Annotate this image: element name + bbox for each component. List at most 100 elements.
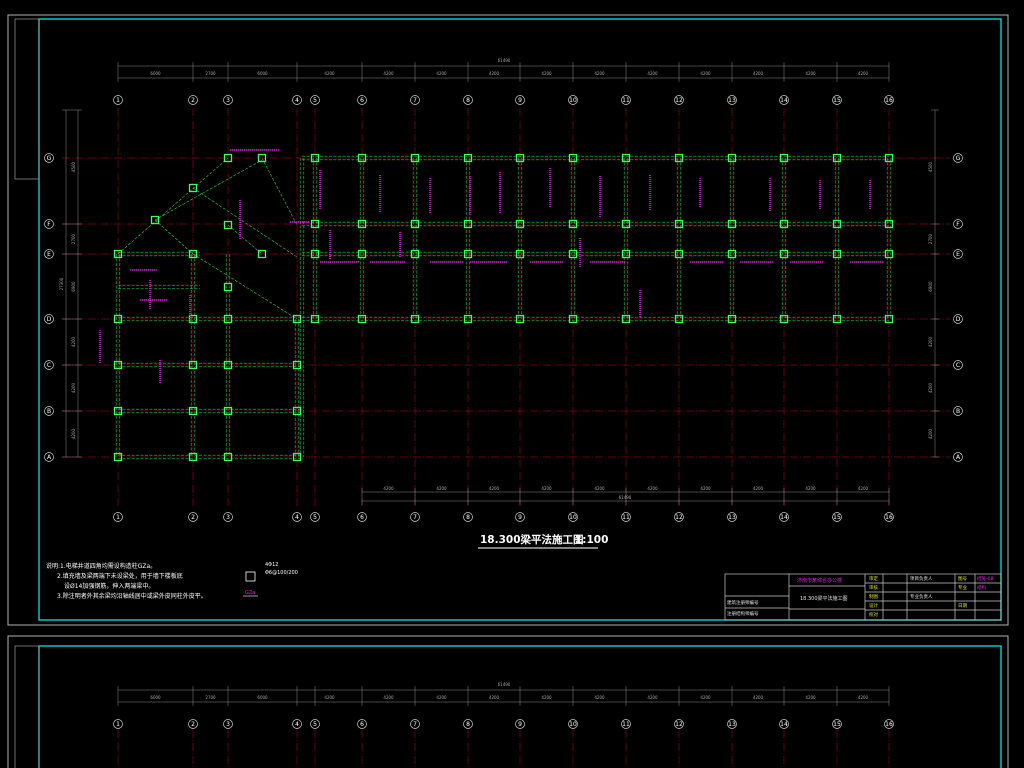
axis-bubble-left-C-label: C xyxy=(47,362,51,369)
sheet2-axis-bubble-label: 10 xyxy=(569,721,577,728)
dim-text-top: 4200 xyxy=(324,71,335,76)
dim-text-top: 4200 xyxy=(436,71,447,76)
sheet2-axis-bubble-label: 6 xyxy=(360,721,364,728)
sheet2-axis-bubble-label: 12 xyxy=(675,721,683,728)
tb-extra: 日期 xyxy=(958,603,967,609)
axis-bubble-left-F-label: F xyxy=(47,221,51,228)
dim-text-right: 6900 xyxy=(928,281,933,292)
dim-text-top: 4200 xyxy=(383,71,394,76)
dim-text-top: 4200 xyxy=(858,71,869,76)
axis-bubble-bottom-5-label: 5 xyxy=(313,514,317,521)
discipline: 结构 xyxy=(977,584,986,591)
dim-text-top: 4200 xyxy=(647,71,658,76)
role-label: 设计 xyxy=(869,602,878,609)
axis-bubble-right-A-label: A xyxy=(956,454,961,461)
axis-bubble-left-A-label: A xyxy=(47,454,52,461)
dim-text-bottom: 4200 xyxy=(700,486,711,491)
sheet2-axis-bubble-label: 5 xyxy=(313,721,317,728)
sheet2-dim-text: 4200 xyxy=(489,695,500,700)
axis-bubble-top-15-label: 15 xyxy=(833,97,841,104)
beam-diagonal-0 xyxy=(117,157,229,255)
role-label: 审定 xyxy=(869,575,878,582)
note-line-3: 设Ø14加强钢筋，伸入两端梁中。 xyxy=(64,582,154,590)
axis-bubble-right-G-label: G xyxy=(956,155,961,162)
gz-name-label: GZa xyxy=(245,590,255,596)
dim-text-top: 4200 xyxy=(489,71,500,76)
tb-drawing-name: 18.300梁平法施工图 xyxy=(800,595,848,602)
dim-text-bottom: 4200 xyxy=(541,486,552,491)
dim-text-bottom: 4200 xyxy=(383,486,394,491)
axis-bubble-right-C-label: C xyxy=(956,362,960,369)
beam-diagonal-2 xyxy=(192,187,298,258)
stamp-label: 注册结构师编号 xyxy=(727,610,759,617)
axis-bubble-bottom-6-label: 6 xyxy=(360,514,364,521)
axis-bubble-top-5-label: 5 xyxy=(313,97,317,104)
drawing-title: 18.300梁平法施工图 xyxy=(480,533,584,546)
project-name: 济南市某综合办公楼 xyxy=(797,577,842,584)
dim-text-bottom: 4200 xyxy=(858,486,869,491)
sheet2-axis-bubble-label: 15 xyxy=(833,721,841,728)
sheet2-dim-text: 4200 xyxy=(594,695,605,700)
axis-bubble-right-F-label: F xyxy=(956,221,960,228)
sheet2-axis-bubble-label: 16 xyxy=(885,721,893,728)
axis-bubble-bottom-14-label: 14 xyxy=(780,514,788,521)
dim-text-right: 4200 xyxy=(928,428,933,439)
sheet2-dim-text: 4200 xyxy=(647,695,658,700)
dim-text-left: 4200 xyxy=(71,336,76,347)
gz-column-detail: 4Φ12 Φ6@100/200 GZa xyxy=(243,562,298,597)
axis-bubble-bottom-3-label: 3 xyxy=(226,514,230,521)
sheet-number: 结施-08 xyxy=(977,575,993,582)
sheet2-binding-table xyxy=(14,645,40,768)
axis-bubble-bottom-13-label: 13 xyxy=(728,514,736,521)
axis-bubble-top-14-label: 14 xyxy=(780,97,788,104)
sheet2-axis-bubble-label: 2 xyxy=(191,721,195,728)
gz-stirrups-label: Φ6@100/200 xyxy=(265,570,298,576)
sheet2-dim-text: 4200 xyxy=(436,695,447,700)
axis-bubble-top-7-label: 7 xyxy=(413,97,417,104)
axis-bubble-top-12-label: 12 xyxy=(675,97,683,104)
sheet2-dim-text: 4200 xyxy=(858,695,869,700)
dim-text-bottom: 4200 xyxy=(594,486,605,491)
gz-section-outline xyxy=(245,571,256,582)
sheet2-dim-text: 4200 xyxy=(700,695,711,700)
sheet2-axis-bubble-label: 1 xyxy=(116,721,120,728)
axis-bubble-top-1-label: 1 xyxy=(116,97,120,104)
binding-margin-table xyxy=(14,18,40,180)
axis-bubble-top-3-label: 3 xyxy=(226,97,230,104)
sheet2-dim-total: 61490 xyxy=(498,682,511,687)
dim-text-top: 6000 xyxy=(257,71,268,76)
axis-bubble-bottom-10-label: 10 xyxy=(569,514,577,521)
beam-diagonal-3 xyxy=(227,224,263,255)
axis-grid xyxy=(62,108,950,508)
sheet2-axis-bubble-label: 14 xyxy=(780,721,788,728)
axis-bubble-left-E-label: E xyxy=(47,251,51,258)
tb-extra: 专业 xyxy=(958,584,967,591)
dim-text-top: 4200 xyxy=(700,71,711,76)
dim-text-bottom: 4200 xyxy=(489,486,500,491)
role-label: 审核 xyxy=(869,584,878,591)
tb-extra: 图号 xyxy=(958,576,967,582)
dim-text-bottom: 4200 xyxy=(647,486,658,491)
sheet2-axis-bubble-label: 9 xyxy=(518,721,522,728)
dim-text-left: 2700 xyxy=(71,233,76,244)
axis-bubble-top-10-label: 10 xyxy=(569,97,577,104)
dim-text-left: 6900 xyxy=(71,281,76,292)
dim-text-top: 2700 xyxy=(205,71,216,76)
axis-bubble-top-11-label: 11 xyxy=(622,97,630,104)
axis-bubble-bottom-11-label: 11 xyxy=(622,514,630,521)
axis-bubble-left-D-label: D xyxy=(47,316,52,323)
sheet2-axis-bubble-label: 8 xyxy=(466,721,470,728)
drawing-scale: 1:100 xyxy=(575,534,608,546)
sheet2-axis-bubble-label: 3 xyxy=(226,721,230,728)
cad-drawing: 1122334455667788991010111112121313141415… xyxy=(7,14,1009,768)
axis-bubbles: 1122334455667788991010111112121313141415… xyxy=(44,95,963,522)
dim-text-left: 4500 xyxy=(71,161,76,172)
beam-diagonal-5 xyxy=(261,157,298,226)
title-block-text: 建筑注册师编号 注册结构师编号 济南市某综合办公楼 18.300梁平法施工图 审… xyxy=(727,575,993,618)
beam-annotations xyxy=(99,149,884,384)
note-line-4: 3.除注明者外其余梁均沿轴线居中或梁外皮同柱外皮平。 xyxy=(57,592,207,600)
dim-text-left: 4200 xyxy=(71,428,76,439)
stamp-label: 建筑注册师编号 xyxy=(727,599,759,606)
tb-extra: 项目负责人 xyxy=(910,575,933,582)
dim-text-right: 4500 xyxy=(928,161,933,172)
